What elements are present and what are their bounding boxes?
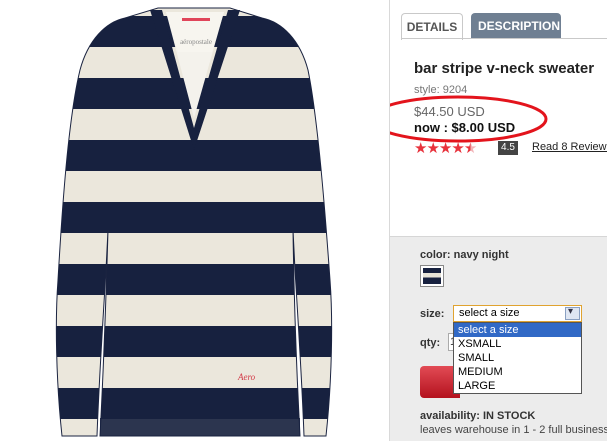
read-reviews-link[interactable]: Read 8 Reviews [532, 141, 607, 153]
half-star-icon: ★ [463, 140, 478, 157]
chevron-down-icon[interactable]: ▾ [565, 306, 580, 320]
size-select-value: select a size [459, 307, 520, 319]
size-dropdown-list[interactable]: select a size XSMALL SMALL MEDIUM LARGE [453, 322, 582, 394]
rating-stars: ★★★★★ [414, 140, 478, 157]
color-value: navy night [453, 249, 509, 261]
availability: availability: IN STOCK [420, 410, 536, 422]
collar-label-text: aéropostale [180, 38, 212, 46]
star-icon: ★ [438, 140, 453, 157]
shipping-note: leaves warehouse in 1 - 2 full business … [420, 424, 607, 436]
size-select[interactable]: select a size ▾ [453, 305, 582, 322]
size-option[interactable]: LARGE [454, 379, 581, 393]
size-option[interactable]: XSMALL [454, 337, 581, 351]
color-swatch-navy-night[interactable] [420, 265, 444, 287]
tab-details[interactable]: DETAILS [401, 13, 463, 40]
tab-underline [401, 38, 607, 39]
size-option[interactable]: select a size [454, 323, 581, 337]
sweater-image: aéropostale Aero [55, 7, 333, 437]
tab-description[interactable]: DESCRIPTION [471, 13, 561, 39]
star-icon: ★ [414, 140, 428, 157]
size-option[interactable]: MEDIUM [454, 365, 581, 379]
color-label: color: navy night [420, 249, 509, 261]
star-icon: ★ [451, 140, 465, 157]
qty-label: qty: [420, 337, 441, 349]
product-title: bar stripe v-neck sweater [414, 60, 595, 77]
product-image: aéropostale Aero [0, 0, 388, 441]
embroidered-signature: Aero [237, 372, 256, 382]
size-label: size: [420, 308, 445, 320]
availability-value: IN STOCK [482, 410, 536, 422]
rating-badge: 4.5 [498, 141, 518, 155]
product-details-panel: DETAILS DESCRIPTION bar stripe v-neck sw… [390, 0, 607, 441]
star-icon: ★ [426, 140, 440, 157]
red-highlight-ellipse [390, 95, 548, 143]
size-option[interactable]: SMALL [454, 351, 581, 365]
